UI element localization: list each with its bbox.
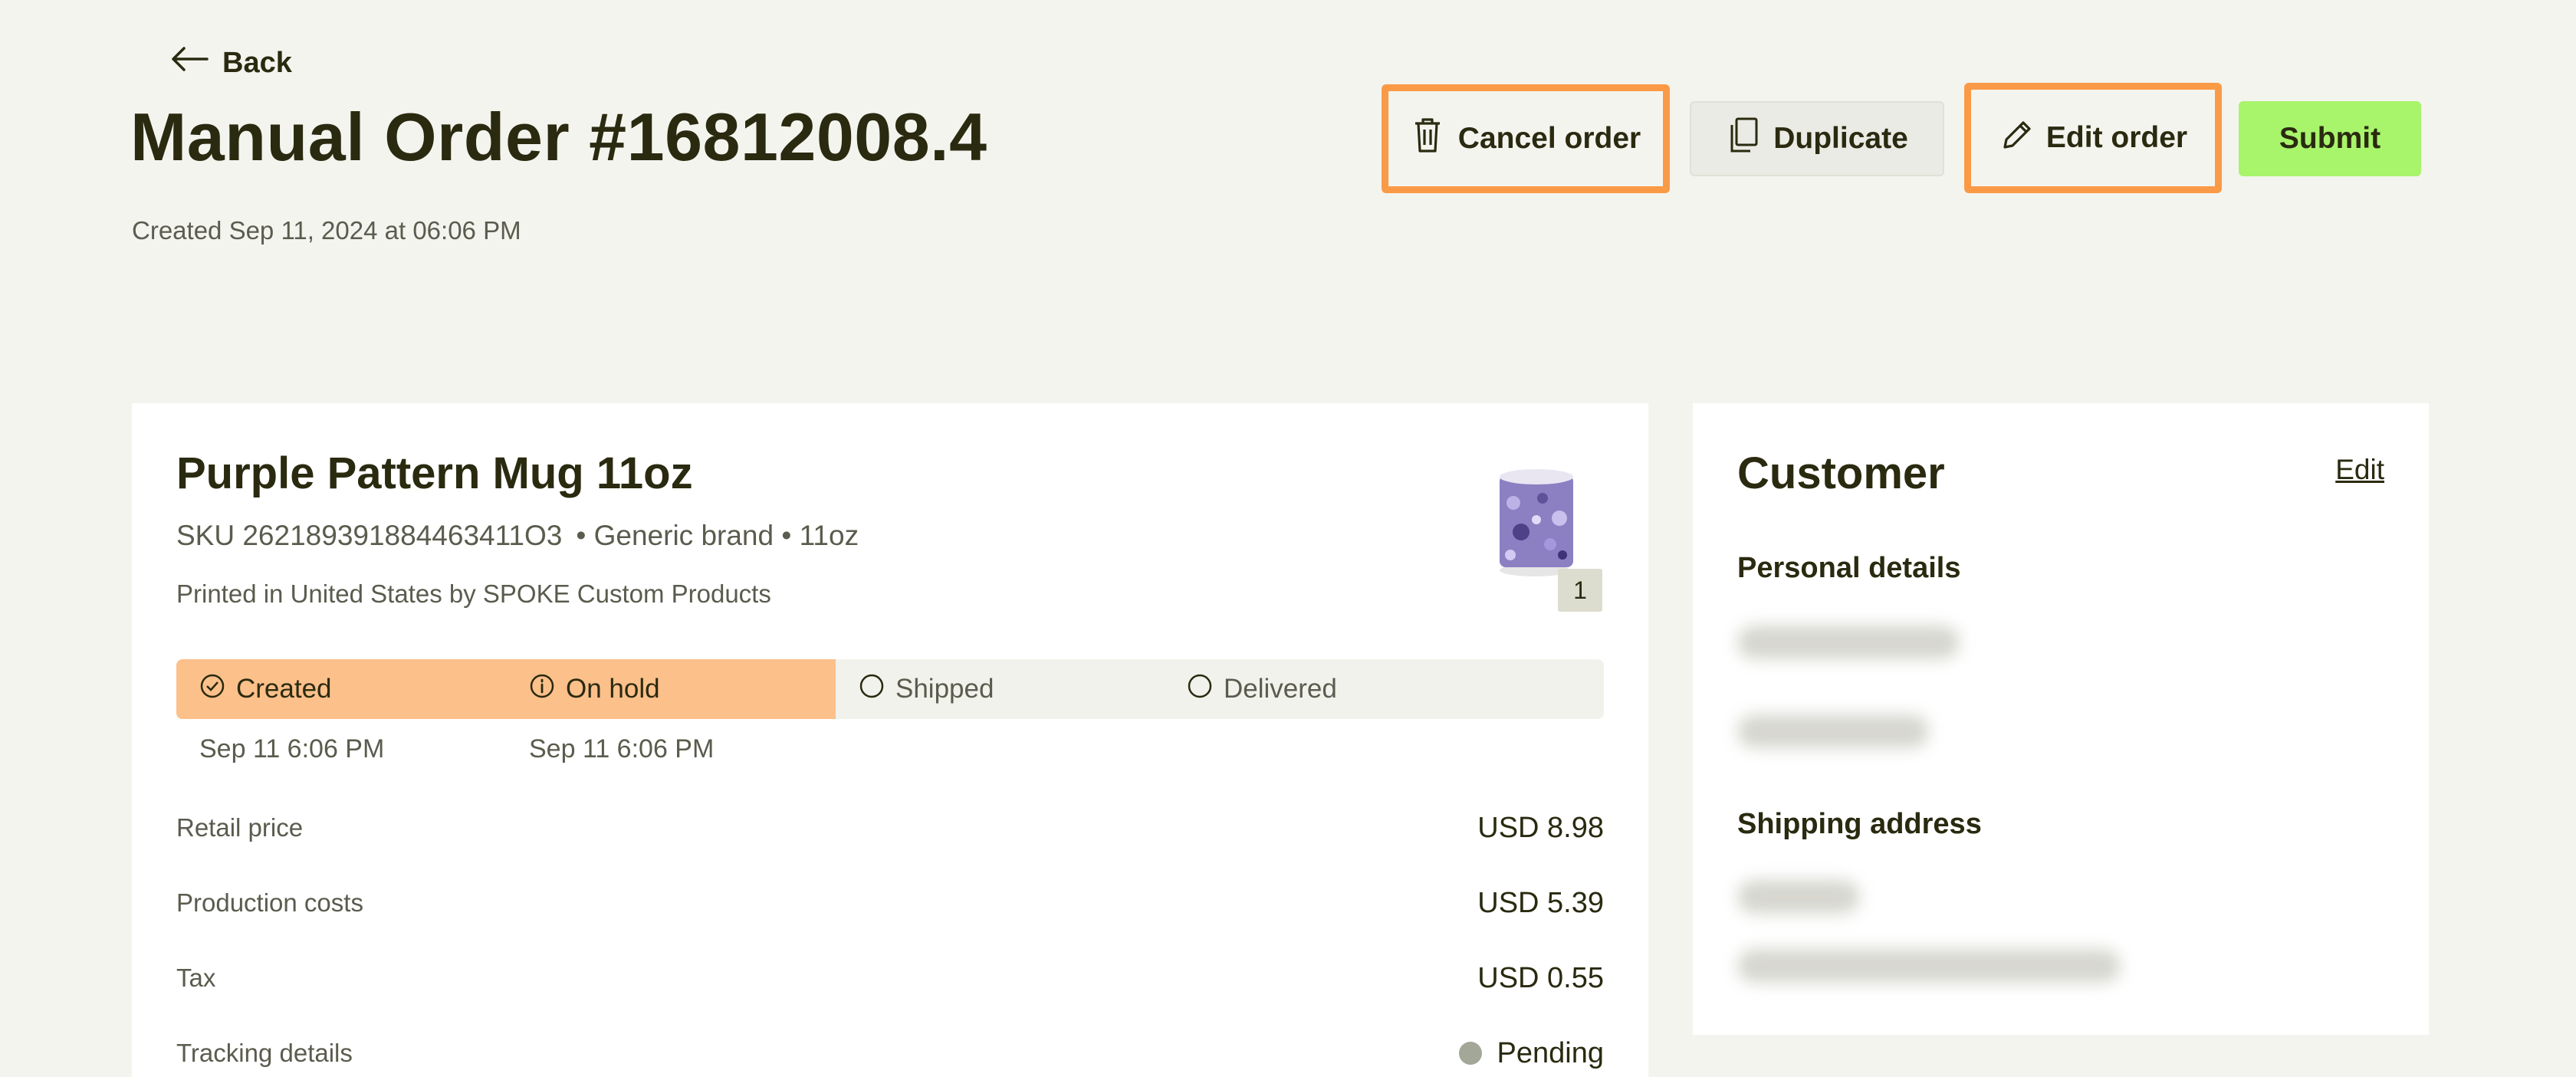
status-tracker: Created On hold Shipped Delivered (176, 659, 1604, 719)
blurred-address-line1 (1737, 880, 1860, 914)
print-provider: Printed in United States by SPOKE Custom… (176, 580, 771, 608)
submit-button[interactable]: Submit (2239, 101, 2421, 176)
product-name: Purple Pattern Mug 11oz (176, 448, 693, 498)
retail-price-row: Retail price USD 8.98 (176, 811, 1604, 844)
copy-icon (1726, 116, 1760, 162)
info-circle-icon (529, 673, 555, 706)
status-dot-icon (1458, 1042, 1482, 1065)
tracking-details-row: Tracking details Pending (176, 1036, 1604, 1070)
quantity-badge: 1 (1558, 569, 1602, 612)
customer-card: Customer Edit Personal details Shipping … (1693, 403, 2429, 1035)
tracking-status: Pending (1458, 1037, 1604, 1070)
arrow-left-icon (170, 46, 209, 80)
status-step-shipped: Shipped (859, 659, 994, 719)
trash-icon (1411, 116, 1444, 162)
blurred-address-line2 (1737, 949, 2121, 983)
product-brand-size: • Generic brand • 11oz (576, 520, 859, 551)
empty-circle-icon (859, 673, 885, 706)
product-thumbnail (1483, 465, 1598, 580)
status-step-created: Created (199, 659, 332, 719)
edit-order-label: Edit order (2045, 121, 2188, 154)
production-costs-row: Production costs USD 5.39 (176, 886, 1604, 919)
empty-circle-icon (1187, 673, 1213, 706)
customer-title: Customer (1737, 448, 1945, 498)
status-date-on-hold: Sep 11 6:06 PM (529, 734, 715, 763)
duplicate-button[interactable]: Duplicate (1690, 101, 1944, 176)
blurred-customer-name (1737, 626, 1960, 659)
created-timestamp: Created Sep 11, 2024 at 06:06 PM (132, 216, 521, 245)
check-circle-icon (199, 673, 225, 706)
back-label: Back (222, 46, 292, 79)
personal-details-heading: Personal details (1737, 552, 1961, 584)
status-step-delivered: Delivered (1187, 659, 1337, 719)
cancel-order-button[interactable]: Cancel order (1382, 84, 1670, 193)
edit-order-button[interactable]: Edit order (1964, 83, 2222, 193)
order-detail-page: Back Manual Order #16812008.4 Created Se… (0, 0, 2576, 1077)
cancel-order-label: Cancel order (1457, 122, 1641, 155)
order-item-card: Purple Pattern Mug 11oz SKU 262189391884… (132, 403, 1648, 1077)
duplicate-label: Duplicate (1773, 122, 1908, 155)
tax-row: Tax USD 0.55 (176, 961, 1604, 994)
pencil-icon (1999, 115, 2032, 161)
customer-edit-link[interactable]: Edit (2335, 454, 2384, 486)
product-meta: SKU 262189391884463411O3 • Generic brand… (176, 520, 859, 552)
blurred-customer-contact (1737, 714, 1929, 748)
product-sku: SKU 262189391884463411O3 (176, 520, 563, 551)
shipping-address-heading: Shipping address (1737, 808, 1982, 840)
page-title: Manual Order #16812008.4 (130, 99, 987, 175)
status-date-created: Sep 11 6:06 PM (199, 734, 385, 763)
status-step-on-hold: On hold (529, 659, 660, 719)
back-link[interactable]: Back (170, 43, 292, 83)
